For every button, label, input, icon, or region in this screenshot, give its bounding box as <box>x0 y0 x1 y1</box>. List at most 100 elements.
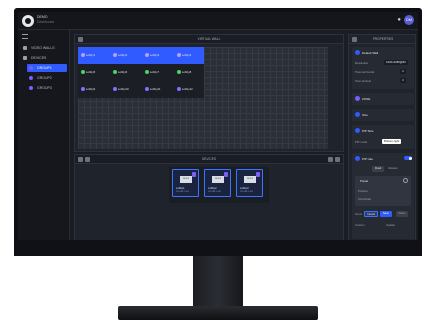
devices-header: DEVICES <box>75 155 343 164</box>
sidebar-item-group1[interactable]: GROUP1 <box>27 64 67 72</box>
group-icon <box>113 87 117 91</box>
brand: DEMO Dashboard <box>37 15 54 25</box>
group-icon <box>177 87 181 91</box>
grid-icon[interactable] <box>78 37 83 42</box>
device-card[interactable]: DEVICE Lobby2 192.168.1.102 <box>204 169 231 197</box>
avatar[interactable]: DM <box>404 15 414 25</box>
device-name: Lobby2 <box>208 187 217 190</box>
pip-use-icon <box>355 156 360 161</box>
sidebar-item-group2[interactable]: GROUP2 <box>27 74 67 82</box>
wall-tile[interactable]: Lobby11 <box>142 82 173 97</box>
section-title: Default Wall <box>362 51 379 55</box>
size-section[interactable]: Size <box>352 109 414 121</box>
group-icon <box>113 70 117 74</box>
badge-icon <box>256 172 260 177</box>
wall-tile[interactable]: Lobby1 <box>78 48 109 63</box>
panel-icon[interactable] <box>352 37 357 42</box>
sidebar-item-devices[interactable]: DEVICES <box>21 54 68 62</box>
wall-tile[interactable]: Lobby10 <box>110 82 141 97</box>
cancel-button[interactable]: Cancel <box>364 211 378 217</box>
monitor-stand-neck <box>193 256 243 306</box>
devices-title: DEVICES <box>202 157 216 161</box>
info-icon[interactable] <box>403 178 408 183</box>
sidebar-item-label: GROUP3 <box>37 86 52 90</box>
zone-section[interactable]: ZONE <box>352 93 414 105</box>
tiles-vertical-input[interactable]: 3 <box>400 78 406 83</box>
badge-icon <box>192 172 196 177</box>
wall-canvas[interactable]: Lobby1 Lobby2 Lobby3 Lobby4 Lobby5 Lobby… <box>78 47 328 149</box>
sidebar-item-label: VIDEO WALLS <box>31 46 55 50</box>
group-icon <box>145 70 149 74</box>
sidebar-item-group3[interactable]: GROUP3 <box>27 84 67 92</box>
preset-box: Preset Position Size/Scale <box>355 176 411 206</box>
badge-icon <box>224 172 228 177</box>
display-icon <box>23 56 27 60</box>
tab-fixed[interactable]: Fixed <box>372 166 384 172</box>
list-view-icon[interactable] <box>78 157 83 162</box>
sidebar-item-label: DEVICES <box>31 56 47 60</box>
group-icon <box>29 66 33 70</box>
grid-icon <box>23 46 27 50</box>
device-thumbnail: DEVICE <box>180 176 192 183</box>
size-icon <box>355 112 360 117</box>
brand-subtitle: Dashboard <box>37 20 55 24</box>
sidebar-item-video-walls[interactable]: VIDEO WALLS <box>21 44 68 52</box>
monitor-frame: DEMO Dashboard ● DM VIDEO WALLS DEVICES … <box>14 8 422 256</box>
zone-icon <box>355 96 360 101</box>
tab-relative[interactable]: Relative <box>386 166 400 172</box>
wall-tile[interactable]: Lobby12 <box>174 82 205 97</box>
tiles-horizontal-input[interactable]: 4 <box>400 69 406 74</box>
monitor-chin <box>14 240 422 256</box>
properties-panel: PROPERTIES Default Wall Resolution 1920x… <box>348 34 416 242</box>
app-logo-icon <box>22 15 34 27</box>
group-icon <box>29 76 33 80</box>
group-icon <box>81 70 85 74</box>
video-wall-header: VIRTUAL WALL <box>75 35 343 44</box>
device-name: Lobby1 <box>176 187 185 190</box>
refresh-icon[interactable] <box>335 157 340 162</box>
grid-view-icon[interactable] <box>85 157 90 162</box>
wall-tile[interactable]: Lobby3 <box>142 48 173 63</box>
wall-tile[interactable]: Lobby8 <box>174 65 205 80</box>
video-wall-title: VIRTUAL WALL <box>197 37 221 41</box>
pip-mode-select[interactable]: Bottom-right <box>382 139 402 144</box>
wall-tile[interactable]: Lobby9 <box>78 82 109 97</box>
device-address: 192.168.1.103 <box>240 191 253 193</box>
pip-size-section: PIP Size PIP mode Bottom-right <box>352 125 414 149</box>
settings-icon[interactable] <box>328 157 333 162</box>
sidebar-item-label: GROUP1 <box>37 66 52 70</box>
device-address: 192.168.1.102 <box>208 191 221 193</box>
group-icon <box>145 87 149 91</box>
pip-use-toggle[interactable] <box>404 156 412 160</box>
wall-tile[interactable]: Lobby5 <box>78 65 109 80</box>
group-icon <box>177 53 181 57</box>
row-label: Tiles Horizontal <box>355 70 375 74</box>
device-address: 192.168.1.101 <box>176 191 189 193</box>
group-icon <box>81 53 85 57</box>
wall-tile[interactable]: Lobby6 <box>110 65 141 80</box>
monitor-stand-base <box>118 306 318 320</box>
save-button[interactable]: Save <box>380 211 392 217</box>
resolution-select[interactable]: 1920x1080@60 <box>384 60 408 65</box>
pip-icon <box>355 128 360 133</box>
bell-icon[interactable]: ● <box>397 17 401 23</box>
reset-button[interactable]: Reset <box>396 211 408 217</box>
device-card[interactable]: DEVICE Lobby3 192.168.1.103 <box>236 169 263 197</box>
wall-tile[interactable]: Lobby4 <box>174 48 205 63</box>
wall-tile[interactable]: Lobby7 <box>142 65 173 80</box>
wall-settings-section: Default Wall Resolution 1920x1080@60 Til… <box>352 47 414 89</box>
video-wall-panel: VIRTUAL WALL Lobby1 Lobby2 Lobby3 Lobby4… <box>74 34 344 152</box>
app-screen: DEMO Dashboard ● DM VIDEO WALLS DEVICES … <box>18 12 418 244</box>
device-card[interactable]: DEVICE Lobby1 192.168.1.101 <box>172 169 199 197</box>
device-name: Lobby3 <box>240 187 249 190</box>
top-bar: DEMO Dashboard ● DM <box>18 12 418 30</box>
group-icon <box>177 70 181 74</box>
device-thumbnail: DEVICE <box>212 176 224 183</box>
menu-icon[interactable] <box>22 34 28 39</box>
wall-tile[interactable]: Lobby2 <box>110 48 141 63</box>
sidebar-item-label: GROUP2 <box>37 76 52 80</box>
wall-icon <box>355 50 360 55</box>
pip-use-section: PIP Use Fixed Relative Preset Position S… <box>352 153 414 239</box>
group-icon <box>113 53 117 57</box>
sidebar: VIDEO WALLS DEVICES GROUP1 GROUP2 GROUP3 <box>18 30 70 244</box>
